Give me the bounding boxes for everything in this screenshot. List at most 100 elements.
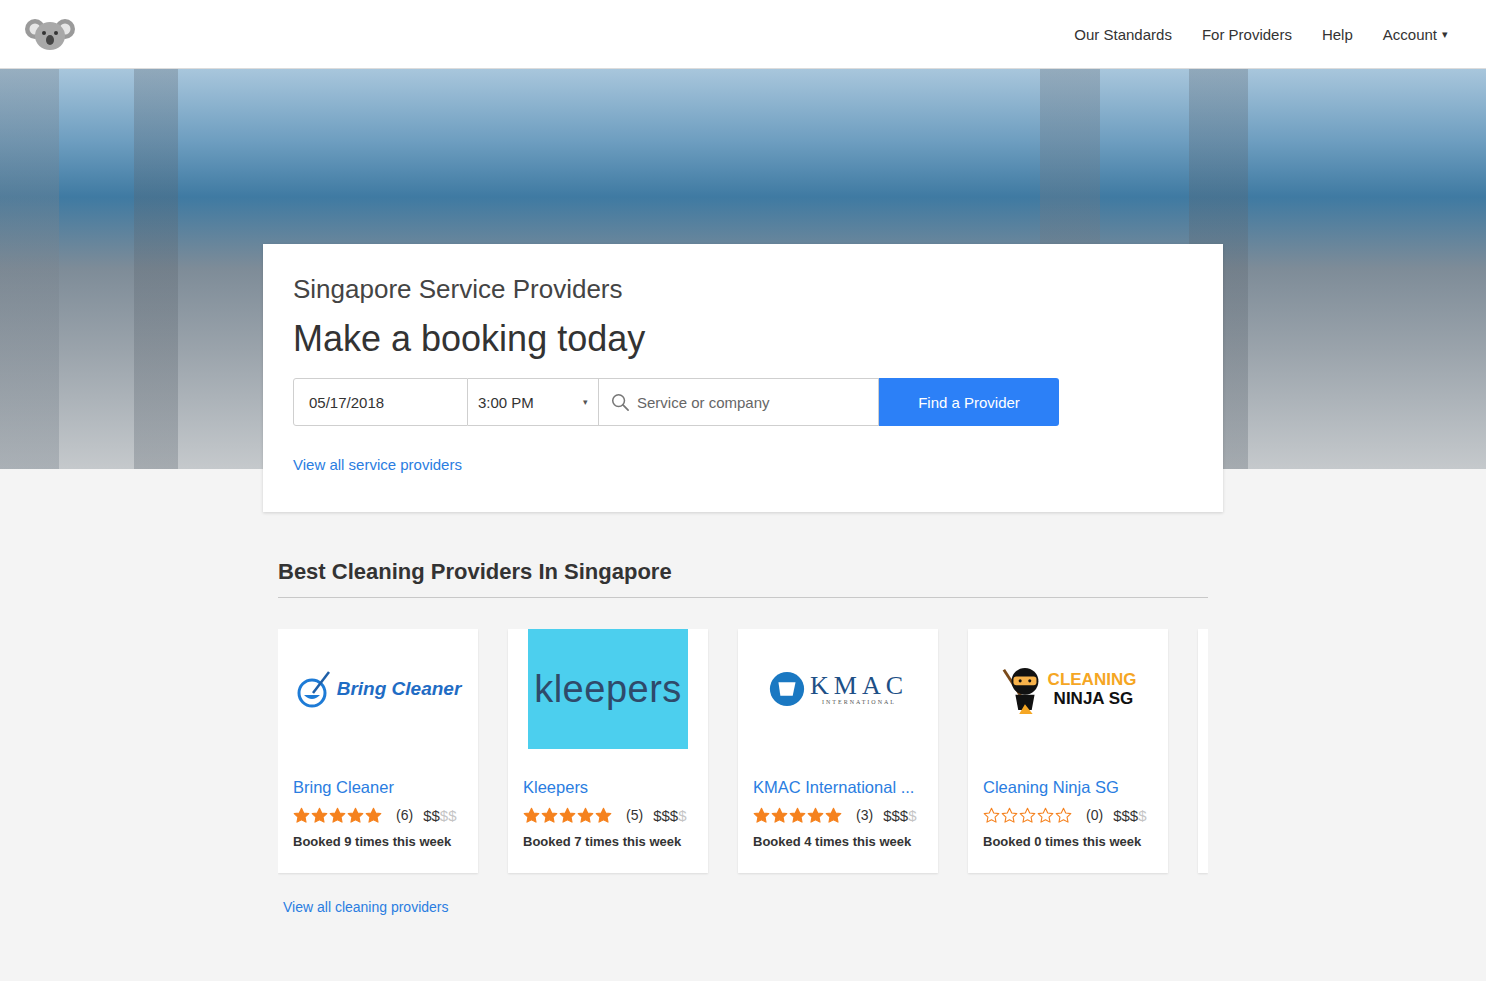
rating-row: (6) $$$$ [293,804,466,826]
koala-logo-icon[interactable] [24,16,76,52]
star-icon [595,807,612,824]
star-icon [771,807,788,824]
price-active: $$$ [653,807,678,824]
provider-logo[interactable]: kleepers [508,629,708,749]
star-icon [311,807,328,824]
cleaning-ninja-logo: CLEANINGNINJA SG [1000,662,1137,716]
providers-section: Best Cleaning Providers In Singapore Brin… [278,559,1208,916]
provider-card[interactable]: Bring Cleaner Bring Cleaner (6) $$$$ Booked … [278,629,478,873]
card-body: Kleepers (5) $$$$ Booked 7 times this week [508,749,708,867]
dropdown-caret-icon: ▾ [583,397,588,407]
card-body: Cleaning Ninja SG (0) $$$$ Booked 0 times t… [968,749,1168,867]
star-rating [293,807,382,824]
provider-logo[interactable]: Bring Cleaner [278,629,478,749]
card-body: KMAC International ... (3) $$$$ Booked 4 ti… [738,749,938,867]
logo-text: Bring Cleaner [337,678,462,700]
search-input[interactable] [635,393,878,412]
search-field[interactable] [599,378,879,426]
price-level: $$$$ [883,807,916,824]
nav-link[interactable]: For Providers [1202,26,1292,43]
rating-row: (3) $$$$ [753,804,926,826]
booked-count: Booked 7 times this week [523,834,696,849]
section-title: Best Cleaning Providers In Singapore [278,559,1208,598]
booked-count: Booked 9 times this week [293,834,466,849]
price-level: $$$$ [1113,807,1146,824]
star-icon [329,807,346,824]
date-field[interactable]: 05/17/2018 [293,378,468,426]
booking-title: Make a booking today [293,318,1193,360]
price-level: $$$$ [653,807,686,824]
provider-card[interactable]: CLEANINGNINJA SG Cleaning Ninja SG (0) $$$$… [968,629,1168,873]
broom-bubble-icon [295,669,335,709]
kleepers-logo: kleepers [528,629,688,749]
nav-link[interactable]: Our Standards [1074,26,1172,43]
rating-count: (5) [626,807,643,823]
booking-subtitle: Singapore Service Providers [293,274,1193,304]
booking-card: Singapore Service Providers Make a bookin… [263,244,1223,512]
card-body: Bring Cleaner (6) $$$$ Booked 9 times this … [278,749,478,867]
logo-text: CLEANING [1048,670,1137,689]
logo-text-block: KMACINTERNATIONAL [810,673,908,705]
rating-count: (0) [1086,807,1103,823]
price-inactive: $ [1138,807,1146,824]
star-icon [1055,807,1072,824]
star-icon [523,807,540,824]
star-icon [807,807,824,824]
caret-icon: ▾ [1442,28,1448,41]
search-icon [611,393,630,412]
logo-text-block: CLEANINGNINJA SG [1048,670,1137,708]
star-icon [541,807,558,824]
price-inactive: $$ [440,807,457,824]
provider-name[interactable]: Bring Cleaner [293,776,466,798]
star-icon [347,807,364,824]
provider-logo[interactable]: CLEANINGNINJA SG [968,629,1168,749]
provider-name[interactable]: KMAC International ... [753,776,926,798]
star-rating [753,807,842,824]
price-active: $$ [423,807,440,824]
star-icon [577,807,594,824]
provider-card[interactable]: kleepers Kleepers (5) $$$$ Booked 7 times th… [508,629,708,873]
account-menu[interactable]: Account ▾ [1383,26,1448,43]
star-icon [1001,807,1018,824]
page: Our StandardsFor ProvidersHelpAccount▾Si… [0,0,1486,981]
booked-count: Booked 0 times this week [983,834,1156,849]
provider-name[interactable]: Cleaning Ninja SG [983,776,1156,798]
logo-text: kleepers [534,668,682,711]
star-icon [983,807,1000,824]
nav-link[interactable]: Help [1322,26,1353,43]
provider-logo[interactable]: KMACINTERNATIONAL [738,629,938,749]
booked-count: Booked 4 times this week [753,834,926,849]
star-icon [825,807,842,824]
star-icon [559,807,576,824]
rating-count: (3) [856,807,873,823]
rating-row: (0) $$$$ [983,804,1156,826]
main-nav: Our Standards For Providers Help Account ▾ [1074,26,1448,43]
star-icon [1019,807,1036,824]
time-select[interactable]: 3:00 PM▾ [468,378,599,426]
provider-card[interactable]: KMACINTERNATIONAL KMAC International ... (… [738,629,938,873]
price-active: $$$ [883,807,908,824]
price-inactive: $ [678,807,686,824]
star-icon [1037,807,1054,824]
price-inactive: $ [908,807,916,824]
next-card-edge[interactable] [1198,629,1208,873]
rating-count: (6) [396,807,413,823]
star-rating [523,807,612,824]
top-bar: Our Standards For Providers Help Account ▾ [0,0,1486,69]
logo-subtext: NINJA SG [1048,689,1137,708]
provider-cards: Bring CleanerBring Cleaner(6)$$$$Booked … [278,629,1208,877]
star-icon [753,807,770,824]
ninja-icon [1000,662,1048,716]
star-rating [983,807,1072,824]
find-provider-button[interactable]: Find a Provider [879,378,1059,426]
price-level: $$$$ [423,807,456,824]
provider-name[interactable]: Kleepers [523,776,696,798]
bring-cleaner-logo: Bring Cleaner [295,669,462,709]
account-label: Account [1383,26,1437,43]
view-all-cleaning-link[interactable]: View all cleaning providers [283,899,449,915]
kmac-emblem-icon [768,670,806,708]
logo-text: KMAC [810,673,908,699]
logo-subtext: INTERNATIONAL [822,699,896,705]
rating-row: (5) $$$$ [523,804,696,826]
view-all-providers-link[interactable]: View all service providers [293,456,462,473]
